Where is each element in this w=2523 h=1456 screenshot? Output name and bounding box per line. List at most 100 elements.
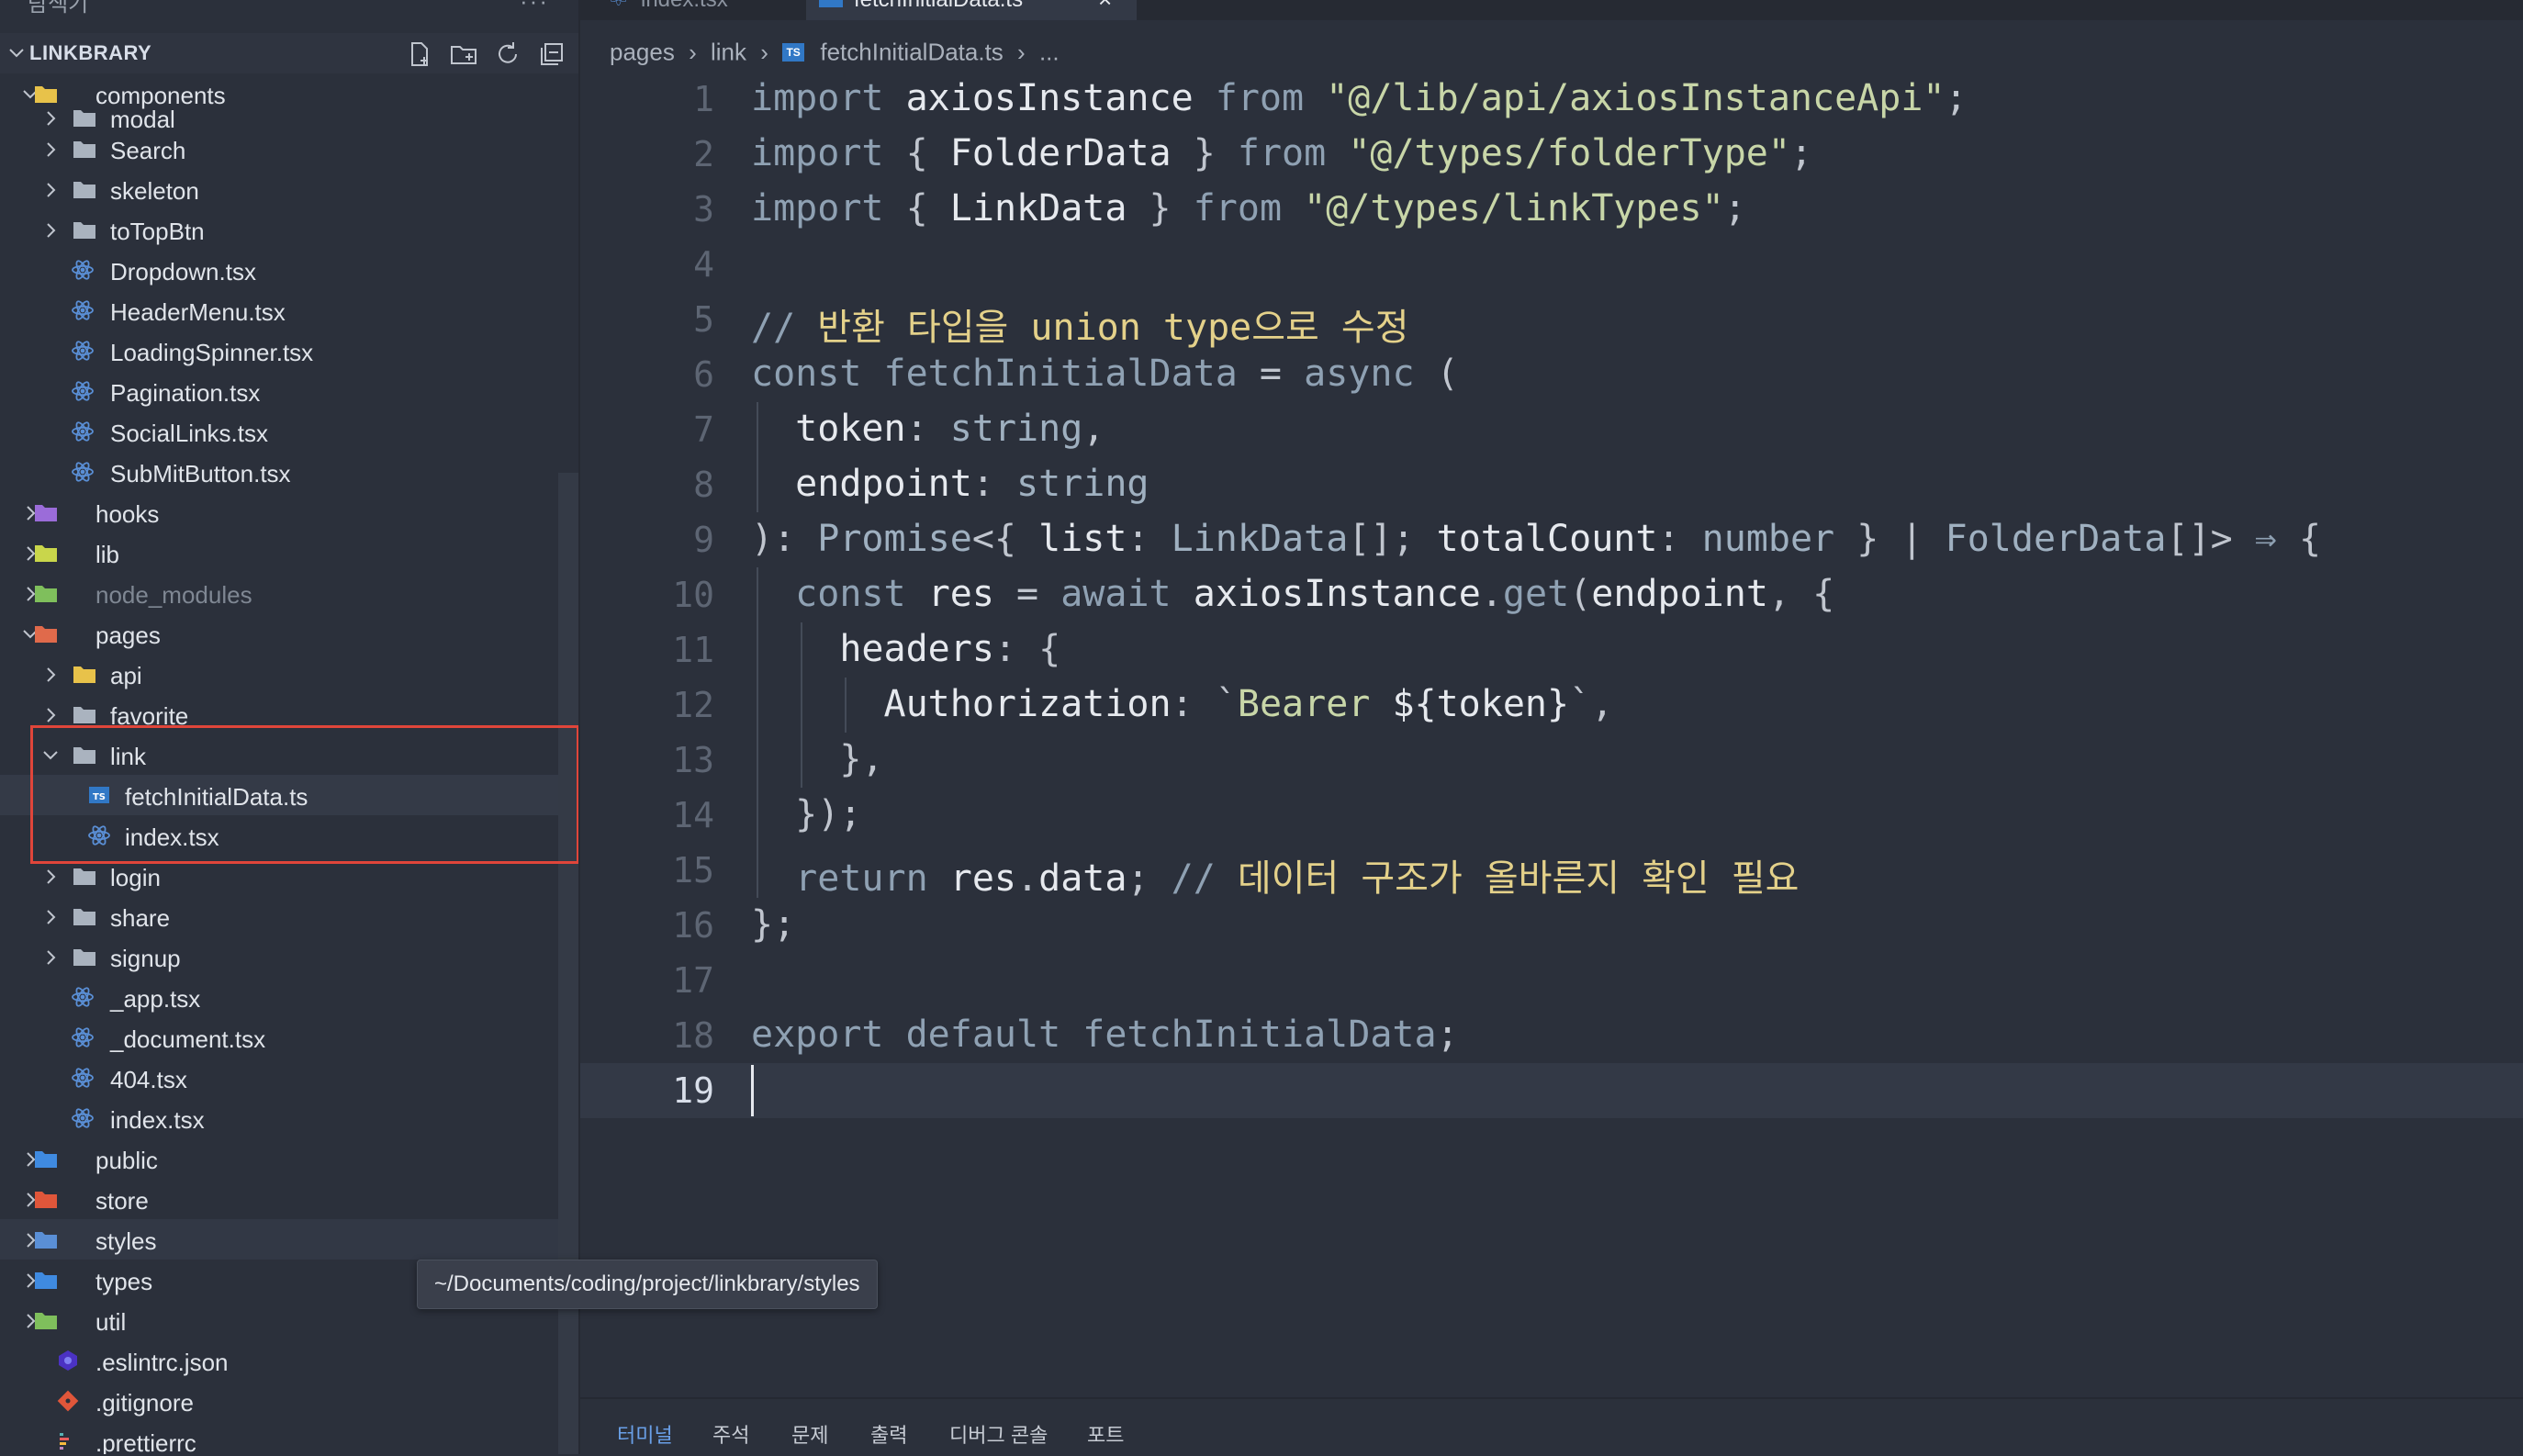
tree-item[interactable]: 404.tsx xyxy=(0,1058,578,1098)
tree-item[interactable]: lib xyxy=(0,532,578,573)
tree-item[interactable]: .gitignore xyxy=(0,1381,578,1421)
folder-icon xyxy=(35,505,57,521)
tree-item[interactable]: HeaderMenu.tsx xyxy=(0,290,578,330)
code-line: 12 Authorization: `Bearer ${token}`, xyxy=(580,678,2523,733)
tree-item-label: share xyxy=(110,904,171,932)
tree-item[interactable]: Pagination.tsx xyxy=(0,371,578,411)
tree-item[interactable]: _app.tsx xyxy=(0,977,578,1017)
line-number: 12 xyxy=(672,685,714,725)
code-line: 11 headers: { xyxy=(580,622,2523,678)
panel-tab-output[interactable]: 출력 xyxy=(870,1419,907,1449)
react-icon: ⚛ xyxy=(608,0,629,12)
code-line: 9 ): Promise<{ list: LinkData[]; totalCou… xyxy=(580,512,2523,567)
eslint-icon xyxy=(59,1350,77,1371)
tree-item[interactable]: Search xyxy=(0,129,578,169)
chevron-right-icon[interactable] xyxy=(40,705,61,725)
tree-item[interactable]: .prettierrc xyxy=(0,1421,578,1454)
tree-item[interactable]: styles xyxy=(0,1219,578,1260)
chevron-right-icon[interactable] xyxy=(40,867,61,887)
tree-item-label: types xyxy=(95,1268,153,1295)
tree-item-label: Pagination.tsx xyxy=(110,379,261,407)
tree-item-label: .eslintrc.json xyxy=(95,1349,229,1376)
code-text: return res.data; // 데이터 구조가 올바른지 확인 필요 xyxy=(795,857,1800,900)
chevron-right-icon[interactable] xyxy=(40,108,61,129)
breadcrumb-symbols[interactable]: ... xyxy=(1039,39,1060,66)
tree-item-label: skeleton xyxy=(110,177,199,205)
tree-item[interactable]: hooks xyxy=(0,492,578,532)
panel-tab-ports[interactable]: 포트 xyxy=(1087,1419,1124,1449)
close-tab-icon[interactable]: × xyxy=(1098,0,1112,14)
tree-item-label: public xyxy=(95,1147,158,1174)
chevron-right-icon: › xyxy=(689,38,697,66)
folder-icon xyxy=(73,666,95,683)
tree-item[interactable]: share xyxy=(0,896,578,936)
tree-item-label: toTopBtn xyxy=(110,218,205,245)
code-text: }); xyxy=(795,793,862,835)
chevron-right-icon[interactable] xyxy=(40,947,61,968)
react-icon xyxy=(72,462,94,482)
chevron-right-icon[interactable] xyxy=(40,907,61,927)
tab-fetchinitialdata-ts[interactable]: TS fetchInitialData.ts × xyxy=(806,0,1137,20)
panel-tab-problems[interactable]: 문제 xyxy=(791,1419,828,1449)
code-line-current: 19 xyxy=(580,1063,2523,1118)
folder-open-icon xyxy=(35,626,57,643)
tree-item[interactable]: index.tsx xyxy=(0,1098,578,1138)
tree-item[interactable]: SubMitButton.tsx xyxy=(0,452,578,492)
line-number: 11 xyxy=(672,630,714,670)
tree-item[interactable]: signup xyxy=(0,936,578,977)
chevron-right-icon[interactable] xyxy=(40,180,61,200)
tree-item[interactable]: LoadingSpinner.tsx xyxy=(0,330,578,371)
tree-item[interactable]: SocialLinks.tsx xyxy=(0,411,578,452)
indent-guide xyxy=(757,402,758,512)
panel-tab-terminal[interactable]: 터미널 xyxy=(617,1419,673,1449)
tree-item-label: _document.tsx xyxy=(110,1025,266,1053)
folder-icon xyxy=(35,1192,57,1208)
breadcrumb-link[interactable]: link xyxy=(711,39,746,66)
tree-item[interactable]: store xyxy=(0,1179,578,1219)
tree-item[interactable]: toTopBtn xyxy=(0,209,578,250)
line-number: 9 xyxy=(693,520,714,560)
tree-item[interactable]: api xyxy=(0,654,578,694)
code-text: import { LinkData } from "@/types/linkTy… xyxy=(751,187,1746,230)
tree-item[interactable]: public xyxy=(0,1138,578,1179)
tree-item[interactable]: _document.tsx xyxy=(0,1017,578,1058)
breadcrumb-pages[interactable]: pages xyxy=(610,39,675,66)
collapse-all-icon[interactable] xyxy=(536,39,567,70)
react-icon xyxy=(72,987,94,1007)
tree-item[interactable]: skeleton xyxy=(0,169,578,209)
panel-tab-debug-console[interactable]: 디버그 콘솔 xyxy=(949,1419,1048,1449)
project-header[interactable]: LINKBRARY xyxy=(0,33,578,73)
chevron-right-icon[interactable] xyxy=(40,140,61,160)
tree-item-label: styles xyxy=(95,1227,157,1255)
panel-tab-comments[interactable]: 주석 xyxy=(712,1419,749,1449)
line-number: 16 xyxy=(672,905,714,946)
refresh-icon[interactable] xyxy=(492,39,523,70)
tree-item-label: SocialLinks.tsx xyxy=(110,420,268,447)
typescript-icon: TS xyxy=(782,43,805,62)
line-number: 14 xyxy=(672,795,714,835)
code-text: ): Promise<{ list: LinkData[]; totalCoun… xyxy=(751,518,2322,560)
line-number: 8 xyxy=(693,465,714,505)
code-line: 4 xyxy=(580,237,2523,292)
chevron-right-icon[interactable] xyxy=(40,220,61,241)
folder-icon xyxy=(73,949,95,966)
folder-icon xyxy=(73,222,95,239)
tab-index-tsx[interactable]: ⚛ index.tsx xyxy=(599,0,764,20)
tree-item-label: SubMitButton.tsx xyxy=(110,460,291,487)
chevron-right-icon[interactable] xyxy=(40,665,61,685)
path-tooltip: ~/Documents/coding/project/linkbrary/sty… xyxy=(417,1260,878,1309)
new-folder-icon[interactable] xyxy=(448,39,479,70)
code-text: // 반환 타입을 union type으로 수정 xyxy=(751,307,1409,349)
tree-item-label: login xyxy=(110,864,161,891)
new-file-icon[interactable] xyxy=(404,39,435,70)
tree-item[interactable]: .eslintrc.json xyxy=(0,1340,578,1381)
tree-item[interactable]: Dropdown.tsx xyxy=(0,250,578,290)
breadcrumb-file[interactable]: fetchInitialData.ts xyxy=(820,39,1003,66)
folder-icon xyxy=(35,586,57,602)
react-icon xyxy=(72,260,94,280)
code-line: 5 // 반환 타입을 union type으로 수정 xyxy=(580,292,2523,349)
tree-item[interactable]: pages xyxy=(0,613,578,654)
tree-item[interactable]: node_modules xyxy=(0,573,578,613)
tree-item-label: .gitignore xyxy=(95,1389,194,1417)
more-actions-icon[interactable]: ··· xyxy=(520,0,549,16)
